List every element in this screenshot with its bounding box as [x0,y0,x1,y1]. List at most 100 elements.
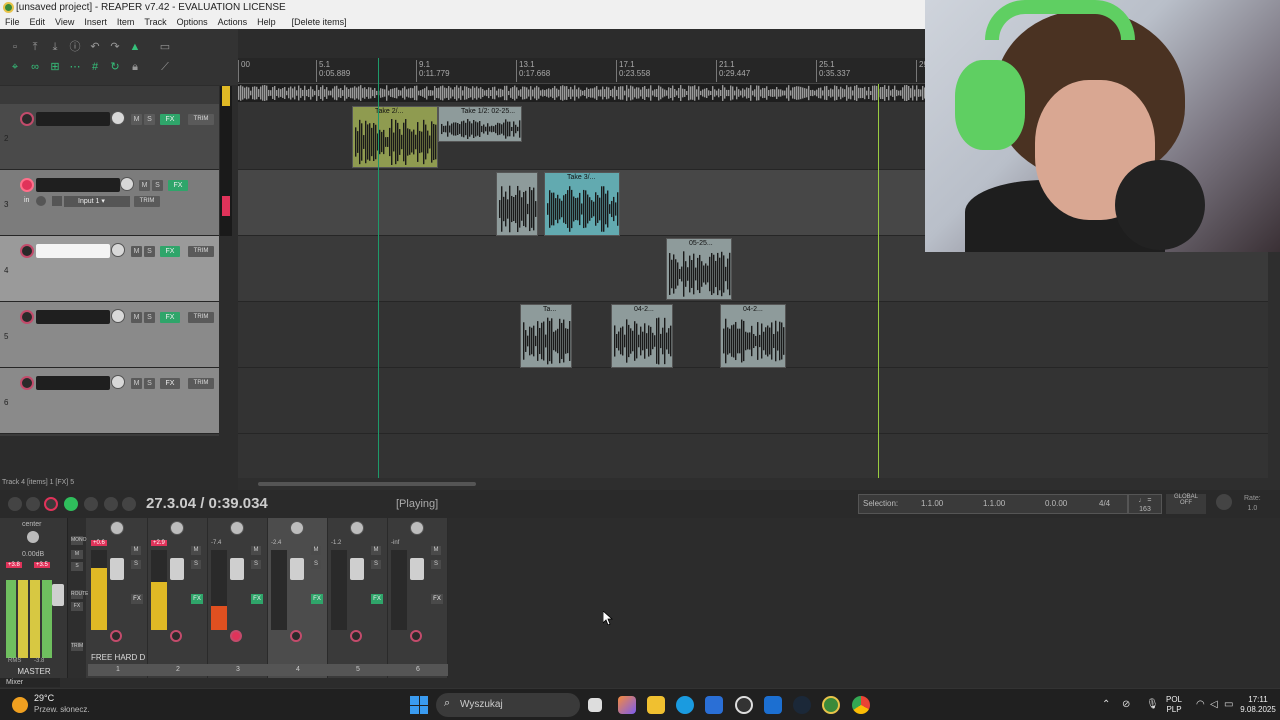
mixer-strip-3[interactable]: -7.4 M S FX 3 [208,518,268,678]
scrollbar-thumb[interactable] [258,482,476,486]
volume-icon[interactable]: ◁ [1210,699,1218,710]
peak-readout[interactable]: -7.4 [211,540,221,546]
pan-knob[interactable] [350,521,364,535]
network-vpn-icon[interactable]: ⊘ [1122,699,1130,710]
mixer-strip-1[interactable]: +0.6 M S FX FREE HARD D 1 [88,518,148,678]
selection-start[interactable]: 1.1.00 [921,499,943,508]
volume-knob[interactable] [111,243,125,257]
solo-button[interactable]: S [371,560,381,569]
language-indicator[interactable]: POL PLP [1166,695,1182,715]
steam-icon[interactable] [793,696,811,714]
master-mute-button[interactable]: M [71,550,83,559]
tray-overflow-icon[interactable]: ⌃ [1102,699,1110,710]
move-envelope-icon[interactable]: ⟋ [158,61,172,73]
volume-knob[interactable] [111,111,125,125]
lock-icon[interactable]: 🔒︎ [128,61,142,73]
global-automation-box[interactable]: GLOBAL OFF [1166,494,1206,514]
record-arm-button[interactable] [20,376,34,390]
volume-fader[interactable] [110,558,124,580]
pan-knob[interactable] [110,521,124,535]
bpm-value[interactable]: 163 [1139,506,1151,513]
toolbar-blank-icon[interactable]: ▭ [158,41,172,53]
master-pan-knob[interactable] [27,531,39,543]
track-header-5[interactable]: 5 M S FX TRIM [0,302,219,368]
input-type-icon[interactable] [52,196,62,206]
taskbar-search[interactable]: ⌕ Wyszukaj [436,693,580,717]
play-button[interactable] [64,497,78,511]
media-item[interactable]: 04-2... [611,304,673,368]
volume-knob[interactable] [111,375,125,389]
master-volume[interactable]: 0.00dB [22,551,44,558]
clock[interactable]: 17:11 9.08.2025 [1240,695,1276,715]
fx-button[interactable]: FX [168,180,188,191]
mute-button[interactable]: M [131,546,141,555]
fx-button[interactable]: FX [251,594,263,604]
pan-knob[interactable] [230,521,244,535]
time-display[interactable]: 27.3.04 / 0:39.034 [146,495,268,512]
solo-button[interactable]: S [251,560,261,569]
redo-icon[interactable]: ↷ [108,41,122,53]
mute-button[interactable]: M [191,546,201,555]
mute-button[interactable]: M [131,114,142,125]
pan-knob[interactable] [170,521,184,535]
master-peak-left[interactable]: +3.8 [6,562,22,568]
metronome-icon[interactable]: ▲ [128,41,142,53]
route-button[interactable]: ROUTE [71,590,89,599]
time-signature[interactable]: 4/4 [1099,499,1110,508]
record-arm-button[interactable] [20,178,34,192]
fx-button[interactable]: FX [160,114,180,125]
track-header-6[interactable]: 6 M S FX TRIM [0,368,219,434]
peak-readout[interactable]: -inf [391,540,399,546]
record-arm-button[interactable] [410,630,422,642]
solo-button[interactable]: S [144,378,155,389]
envelope-lock-icon[interactable]: ⊞ [48,61,62,73]
menu-help[interactable]: Help [252,15,281,29]
undo-icon[interactable]: ↶ [88,41,102,53]
media-item[interactable]: Ta... [520,304,572,368]
outlook-icon[interactable] [764,696,782,714]
trim-button[interactable]: TRIM [188,312,214,323]
record-button[interactable] [44,497,58,511]
rate-display[interactable]: Rate: 1.0 [1244,494,1261,514]
menu-options[interactable]: Options [172,15,213,29]
fx-button[interactable]: FX [131,594,143,604]
edge-icon[interactable] [676,696,694,714]
track-name-field[interactable] [36,376,110,390]
fx-button[interactable]: FX [160,246,180,257]
mute-button[interactable]: M [131,312,142,323]
start-button[interactable] [410,696,428,714]
track-header-3[interactable]: 3 M S FX in Input 1 ▾ TRIM [0,170,219,236]
fx-button[interactable]: FX [160,312,180,323]
media-item[interactable]: 05-25... [666,238,732,300]
solo-button[interactable]: S [144,312,155,323]
grid-icon[interactable]: # [88,61,102,73]
selection-box[interactable]: Selection: 1.1.00 1.1.00 0.0.00 4/4 [858,494,1128,514]
monitor-toggle-icon[interactable] [36,196,46,206]
media-item[interactable] [496,172,538,236]
record-arm-button[interactable] [290,630,302,642]
tempo-box[interactable]: ♩ = 163 [1128,494,1162,514]
wifi-icon[interactable]: ◠ [1196,699,1205,710]
record-arm-button[interactable] [350,630,362,642]
solo-button[interactable]: S [311,560,321,569]
record-arm-button[interactable] [20,310,34,324]
new-project-icon[interactable]: ▫ [8,41,22,53]
pan-knob[interactable] [290,521,304,535]
menu-track[interactable]: Track [139,15,171,29]
trim-button[interactable]: TRIM [188,378,214,389]
chrome-icon[interactable] [852,696,870,714]
horizontal-scrollbar[interactable] [238,478,1280,490]
mute-button[interactable]: M [311,546,321,555]
solo-button[interactable]: S [144,246,155,257]
mute-button[interactable]: M [139,180,150,191]
edit-cursor[interactable] [378,58,379,478]
solo-button[interactable]: S [144,114,155,125]
mono-button[interactable]: MONO [71,536,87,545]
volume-knob[interactable] [111,309,125,323]
volume-fader[interactable] [290,558,304,580]
record-arm-button[interactable] [20,112,34,126]
menu-actions[interactable]: Actions [213,15,253,29]
input-select[interactable]: Input 1 ▾ [64,196,130,207]
media-item[interactable]: Take 1/2: 02-25... [438,106,522,142]
record-arm-button[interactable] [110,630,122,642]
